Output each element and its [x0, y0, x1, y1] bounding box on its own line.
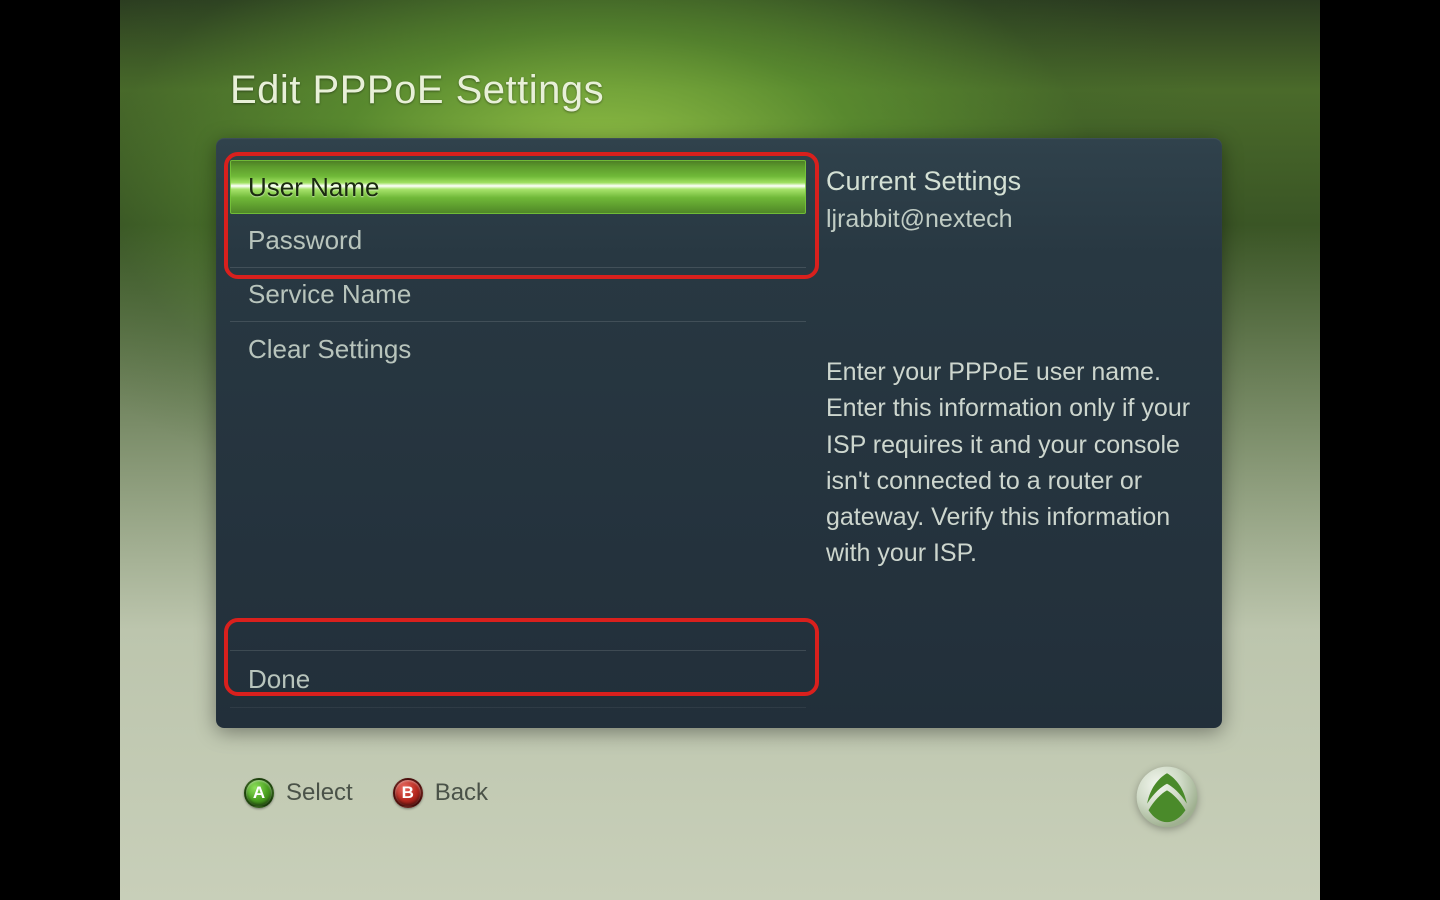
current-settings-heading: Current Settings	[826, 166, 1206, 197]
menu-item-user-name[interactable]: User Name	[230, 160, 806, 214]
current-settings-value: ljrabbit@nextech	[826, 205, 1206, 234]
menu-item-label: Password	[248, 225, 362, 256]
menu-item-service-name[interactable]: Service Name	[230, 268, 806, 322]
settings-panel: User Name Password Service Name Clear Se…	[216, 138, 1222, 728]
b-button-icon: B	[393, 778, 423, 808]
hint-back-label: Back	[435, 779, 488, 807]
screen: Edit PPPoE Settings User Name Password S…	[120, 0, 1320, 900]
menu-item-label: Clear Settings	[248, 334, 411, 365]
a-button-icon: A	[244, 778, 274, 808]
done-button[interactable]: Done	[230, 650, 806, 708]
done-label: Done	[248, 664, 310, 695]
menu-item-clear-settings[interactable]: Clear Settings	[230, 322, 806, 376]
menu-column: User Name Password Service Name Clear Se…	[230, 160, 806, 376]
hint-back: B Back	[393, 778, 488, 808]
info-column: Current Settings ljrabbit@nextech Enter …	[826, 166, 1206, 572]
page-title: Edit PPPoE Settings	[230, 68, 604, 113]
menu-item-label: Service Name	[248, 279, 411, 310]
menu-item-label: User Name	[248, 172, 379, 203]
description-text: Enter your PPPoE user name. Enter this i…	[826, 354, 1206, 572]
footer-hints: A Select B Back	[244, 778, 488, 808]
xbox-logo-icon	[1134, 764, 1200, 830]
menu-item-password[interactable]: Password	[230, 214, 806, 268]
hint-select: A Select	[244, 778, 353, 808]
hint-select-label: Select	[286, 779, 353, 807]
